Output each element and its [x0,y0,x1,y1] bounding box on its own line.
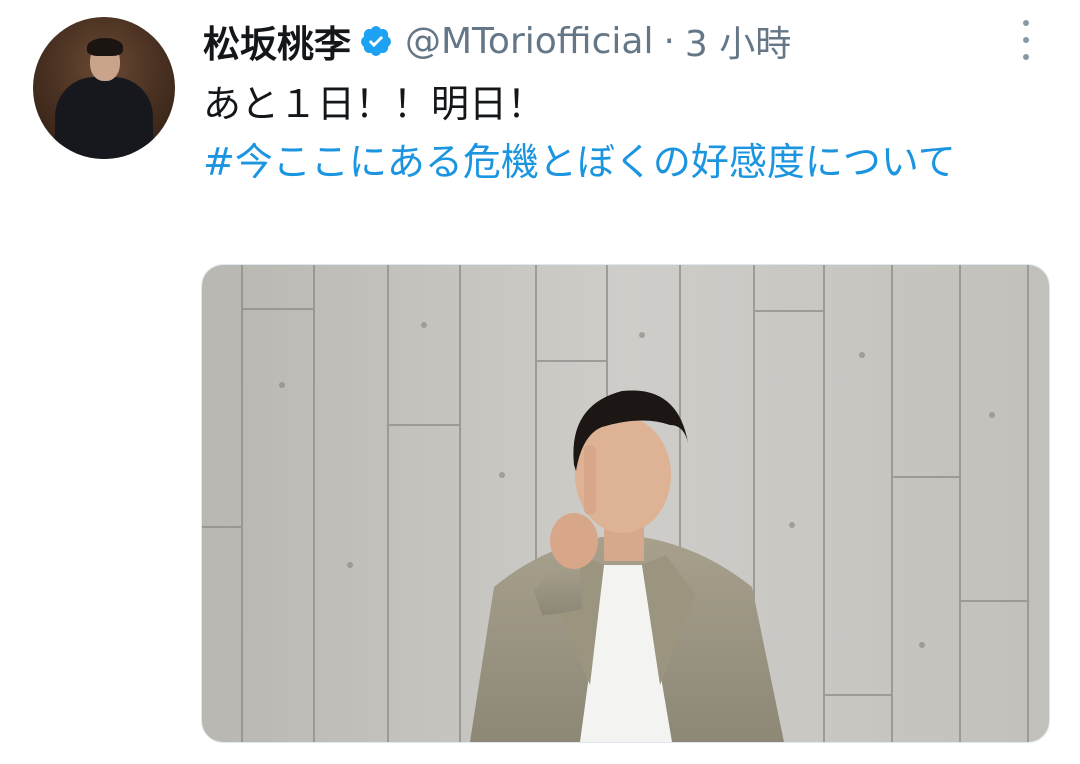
tweet-text: あと１日！！明日！ [203,82,546,126]
user-handle[interactable]: @MToriofficial [405,21,653,62]
display-name[interactable]: 松坂桃李 [203,14,351,68]
more-dot-bottom [1023,54,1029,60]
raised-hand [550,513,598,569]
more-dot-middle [1023,37,1029,43]
separator-dot: · [663,20,675,62]
timestamp[interactable]: 3 小時 [685,15,791,67]
tweet[interactable]: 松坂桃李 @MToriofficial · 3 小時 あと１日！！明日！ #今こ… [0,0,1080,764]
tweet-header: 松坂桃李 @MToriofficial · 3 小時 [203,14,791,68]
more-vertical-icon[interactable] [1010,20,1042,60]
verified-badge-icon [359,24,393,58]
photo-illustration [202,265,1049,742]
avatar[interactable] [33,17,175,159]
more-dot-top [1023,20,1029,26]
avatar-figure-hair [87,38,123,56]
avatar-figure-body [55,77,153,159]
raised-index-finger [584,445,596,515]
tweet-photo[interactable] [201,264,1050,743]
hashtag-link[interactable]: #今ここにある危機とぼくの好感度について [203,134,1033,190]
